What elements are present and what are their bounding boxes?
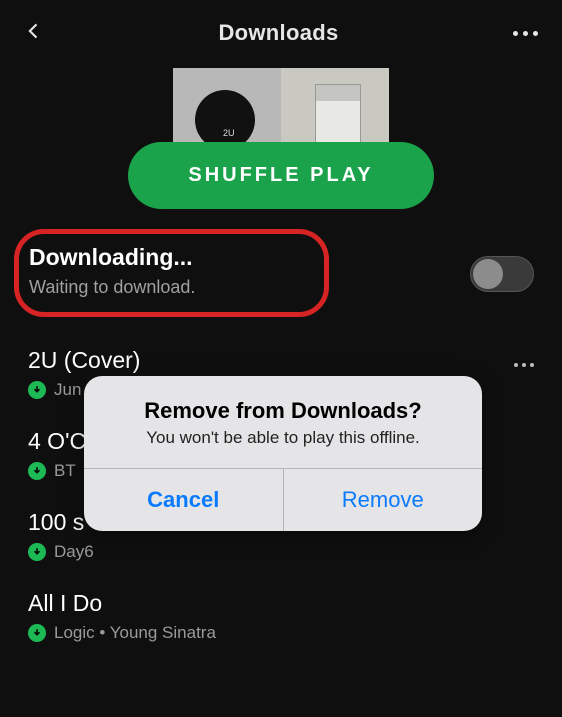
album-art-label: 2U (223, 128, 235, 138)
toggle-knob (473, 259, 503, 289)
track-title: 2U (Cover) (28, 347, 534, 374)
track-row[interactable]: All I Do Logic • Young Sinatra (0, 578, 562, 659)
track-list: 2U (Cover) Jun 4 O'C BT 100 s Day6 All I… (0, 335, 562, 659)
track-artist: Logic • Young Sinatra (54, 623, 216, 643)
back-icon[interactable] (24, 21, 44, 46)
track-row[interactable]: 2U (Cover) Jun (0, 335, 562, 416)
header: Downloads (0, 0, 562, 58)
downloaded-icon (28, 381, 46, 399)
track-row[interactable]: 100 s Day6 (0, 497, 562, 578)
shuffle-play-button[interactable]: SHUFFLE PLAY (128, 142, 433, 209)
download-status-highlight: Downloading... Waiting to download. (14, 229, 329, 317)
track-more-icon[interactable] (514, 363, 534, 367)
downloaded-icon (28, 624, 46, 642)
downloaded-icon (28, 543, 46, 561)
download-status-title: Downloading... (29, 244, 195, 271)
more-options-icon[interactable] (513, 31, 538, 36)
track-artist: Day6 (54, 542, 94, 562)
track-artist: Jun (54, 380, 81, 400)
track-title: 4 O'C (28, 428, 534, 455)
track-title: All I Do (28, 590, 534, 617)
track-artist: BT (54, 461, 76, 481)
download-toggle[interactable] (470, 256, 534, 292)
download-status-subtitle: Waiting to download. (29, 277, 195, 298)
downloaded-icon (28, 462, 46, 480)
page-title: Downloads (218, 20, 338, 46)
track-row[interactable]: 4 O'C BT (0, 416, 562, 497)
track-title: 100 s (28, 509, 534, 536)
